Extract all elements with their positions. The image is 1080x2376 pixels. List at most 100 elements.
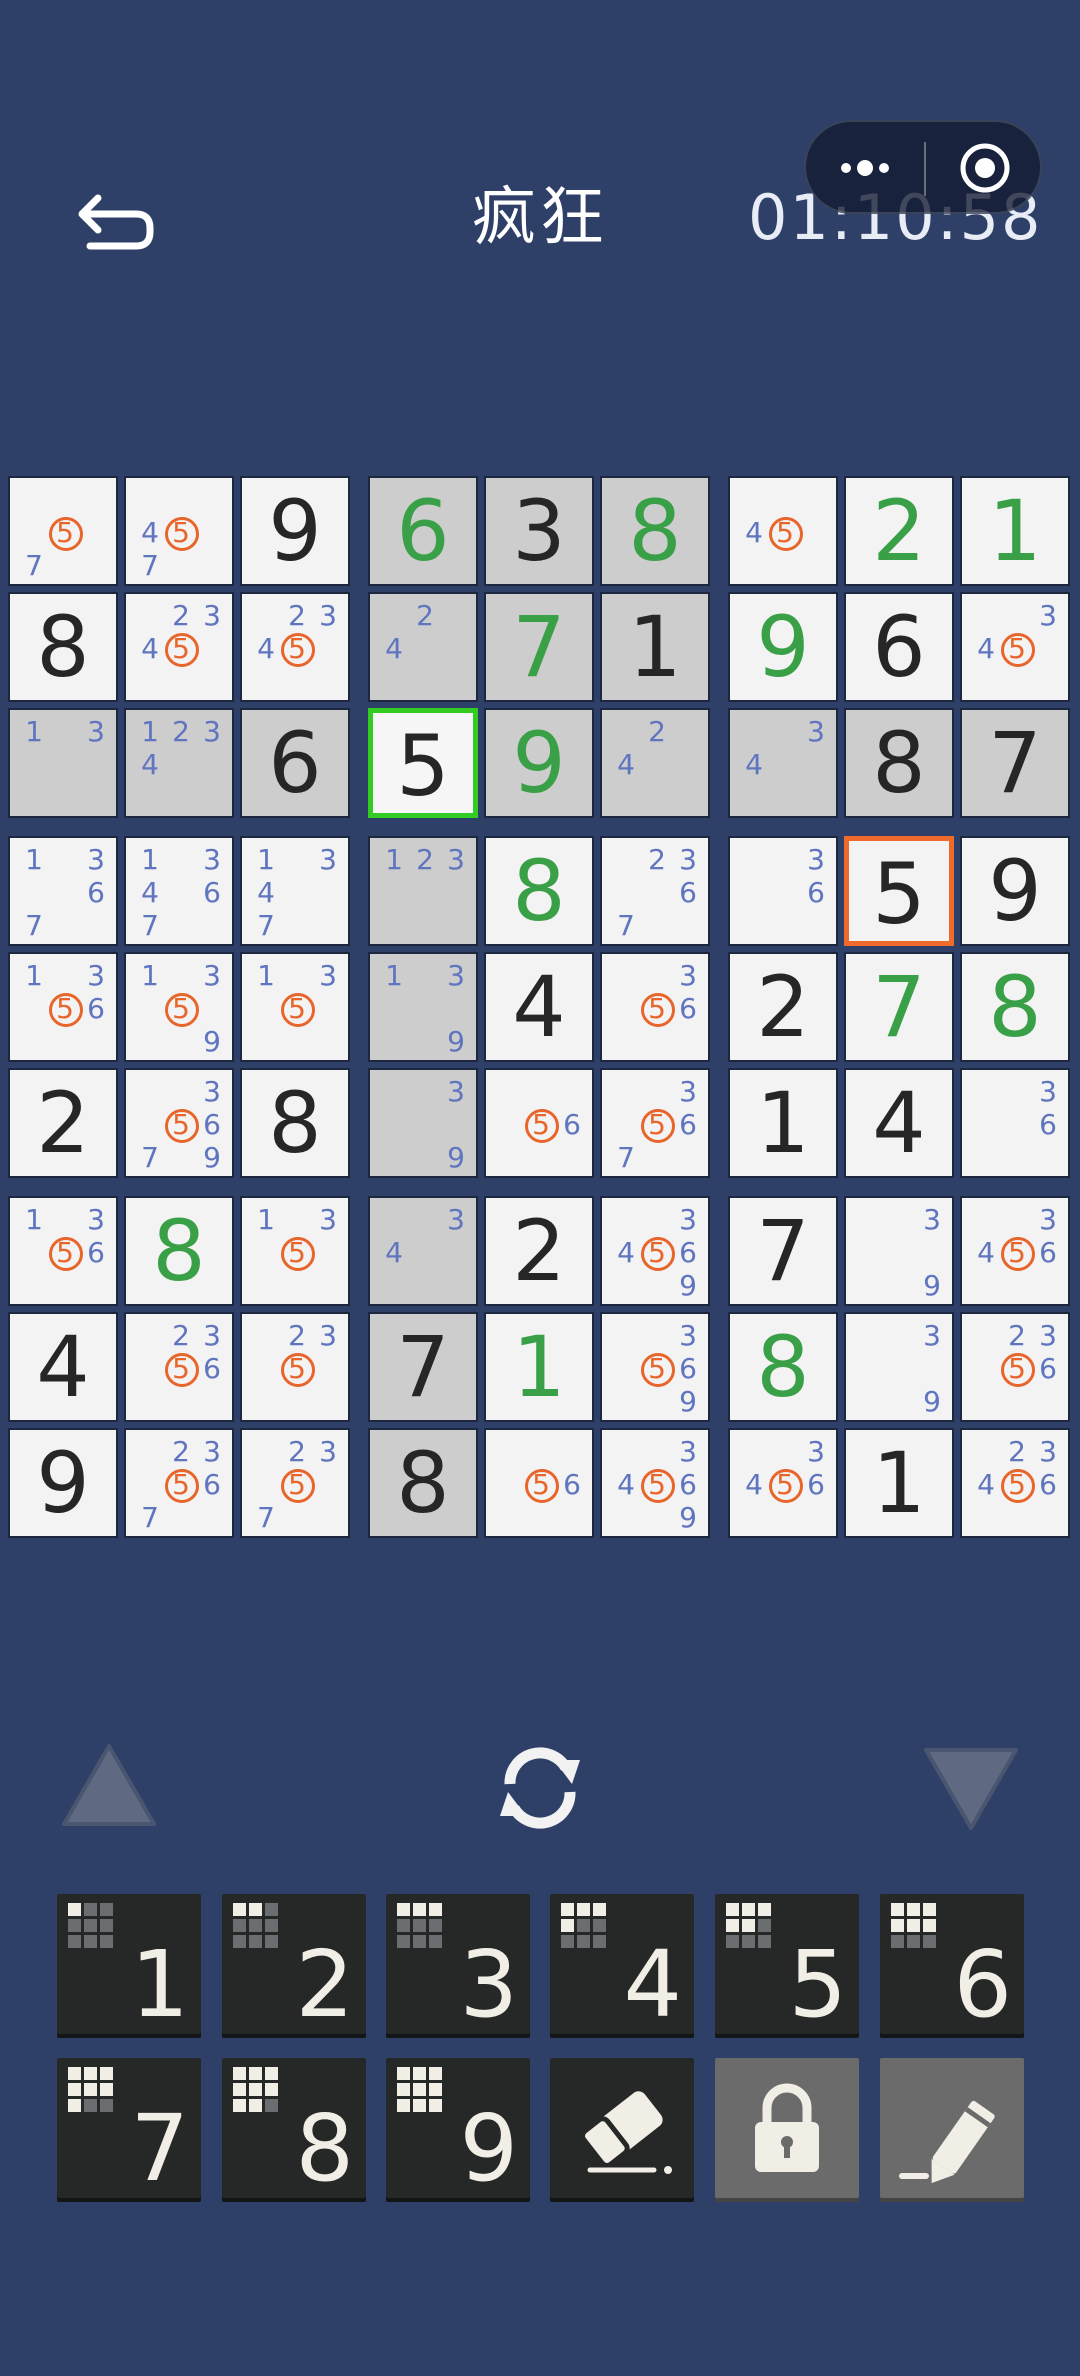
sudoku-cell-r8c7[interactable]: 8 (728, 1312, 838, 1422)
sudoku-cell-r3c5[interactable]: 9 (484, 708, 594, 818)
sudoku-cell-r2c5[interactable]: 7 (484, 592, 594, 702)
sudoku-cell-r7c6[interactable]: 34569 (600, 1196, 710, 1306)
number-key-9[interactable]: 9 (386, 2058, 530, 2202)
sudoku-cell-r8c9[interactable]: 2356 (960, 1312, 1070, 1422)
sudoku-cell-r5c1[interactable]: 1356 (8, 952, 118, 1062)
sudoku-cell-r7c5[interactable]: 2 (484, 1196, 594, 1306)
sudoku-cell-r9c8[interactable]: 1 (844, 1428, 954, 1538)
sudoku-cell-r4c8[interactable]: 5 (844, 836, 954, 946)
sudoku-cell-r4c9[interactable]: 9 (960, 836, 1070, 946)
sudoku-cell-r5c3[interactable]: 1 35 (240, 952, 350, 1062)
sudoku-cell-r9c2[interactable]: 23567 (124, 1428, 234, 1538)
number-key-6[interactable]: 6 (880, 1894, 1024, 2038)
next-button[interactable] (920, 1744, 1022, 1838)
number-key-2[interactable]: 2 (222, 1894, 366, 2038)
sudoku-cell-r2c9[interactable]: 345 (960, 592, 1070, 702)
sudoku-cell-r2c3[interactable]: 2345 (240, 592, 350, 702)
sudoku-cell-r1c8[interactable]: 2 (844, 476, 954, 586)
sudoku-cell-r7c7[interactable]: 7 (728, 1196, 838, 1306)
sudoku-cell-r7c9[interactable]: 3456 (960, 1196, 1070, 1306)
sudoku-cell-r9c1[interactable]: 9 (8, 1428, 118, 1538)
sudoku-cell-r2c4[interactable]: 24 (368, 592, 478, 702)
sudoku-cell-r3c4[interactable]: 5 (368, 708, 478, 818)
sudoku-cell-r7c8[interactable]: 39 (844, 1196, 954, 1306)
number-key-4[interactable]: 4 (550, 1894, 694, 2038)
mini-grid-icon (561, 1903, 606, 1948)
sudoku-cell-r3c1[interactable]: 13 (8, 708, 118, 818)
pencil-button[interactable] (880, 2058, 1024, 2198)
sudoku-cell-r3c7[interactable]: 34 (728, 708, 838, 818)
refresh-button[interactable] (488, 1738, 592, 1838)
sudoku-cell-r8c5[interactable]: 1 (484, 1312, 594, 1422)
sudoku-cell-r8c1[interactable]: 4 (8, 1312, 118, 1422)
sudoku-cell-r7c2[interactable]: 8 (124, 1196, 234, 1306)
sudoku-cell-r5c7[interactable]: 2 (728, 952, 838, 1062)
sudoku-cell-r8c8[interactable]: 39 (844, 1312, 954, 1422)
sudoku-cell-r1c7[interactable]: 45 (728, 476, 838, 586)
sudoku-cell-r6c6[interactable]: 3567 (600, 1068, 710, 1178)
sudoku-cell-r8c2[interactable]: 2356 (124, 1312, 234, 1422)
number-key-3[interactable]: 3 (386, 1894, 530, 2038)
sudoku-cell-r1c1[interactable]: 57 (8, 476, 118, 586)
lock-button[interactable] (715, 2058, 859, 2198)
sudoku-cell-r1c6[interactable]: 8 (600, 476, 710, 586)
sudoku-cell-r8c6[interactable]: 3569 (600, 1312, 710, 1422)
sudoku-cell-r4c3[interactable]: 1 3 47 (240, 836, 350, 946)
sudoku-cell-r6c3[interactable]: 8 (240, 1068, 350, 1178)
sudoku-cell-r8c3[interactable]: 235 (240, 1312, 350, 1422)
sudoku-cell-r3c9[interactable]: 7 (960, 708, 1070, 818)
sudoku-cell-r6c4[interactable]: 39 (368, 1068, 478, 1178)
sudoku-cell-r3c3[interactable]: 6 (240, 708, 350, 818)
previous-button[interactable] (58, 1740, 160, 1834)
sudoku-cell-r2c6[interactable]: 1 (600, 592, 710, 702)
sudoku-cell-r5c8[interactable]: 7 (844, 952, 954, 1062)
sudoku-cell-r6c9[interactable]: 36 (960, 1068, 1070, 1178)
sudoku-cell-r4c5[interactable]: 8 (484, 836, 594, 946)
sudoku-cell-r4c4[interactable]: 123 (368, 836, 478, 946)
sudoku-cell-r4c6[interactable]: 2367 (600, 836, 710, 946)
sudoku-cell-r8c4[interactable]: 7 (368, 1312, 478, 1422)
sudoku-cell-r3c2[interactable]: 1234 (124, 708, 234, 818)
sudoku-cell-r9c9[interactable]: 23456 (960, 1428, 1070, 1538)
sudoku-cell-r1c2[interactable]: 457 (124, 476, 234, 586)
sudoku-cell-r7c1[interactable]: 1356 (8, 1196, 118, 1306)
sudoku-cell-r1c9[interactable]: 1 (960, 476, 1070, 586)
sudoku-cell-r4c7[interactable]: 36 (728, 836, 838, 946)
sudoku-cell-r9c6[interactable]: 34569 (600, 1428, 710, 1538)
sudoku-cell-r5c6[interactable]: 356 (600, 952, 710, 1062)
sudoku-cell-r5c2[interactable]: 1 359 (124, 952, 234, 1062)
pencil-note: 5 (999, 631, 1035, 667)
sudoku-cell-r6c2[interactable]: 35679 (124, 1068, 234, 1178)
sudoku-cell-r9c4[interactable]: 8 (368, 1428, 478, 1538)
sudoku-cell-r7c3[interactable]: 1 35 (240, 1196, 350, 1306)
cell-value: 1 (628, 598, 682, 696)
sudoku-cell-r3c8[interactable]: 8 (844, 708, 954, 818)
sudoku-cell-r2c8[interactable]: 6 (844, 592, 954, 702)
sudoku-cell-r1c3[interactable]: 9 (240, 476, 350, 586)
erase-button[interactable] (550, 2058, 694, 2198)
sudoku-cell-r6c1[interactable]: 2 (8, 1068, 118, 1178)
number-key-5[interactable]: 5 (715, 1894, 859, 2038)
sudoku-cell-r2c7[interactable]: 9 (728, 592, 838, 702)
sudoku-cell-r1c4[interactable]: 6 (368, 476, 478, 586)
sudoku-cell-r9c5[interactable]: 56 (484, 1428, 594, 1538)
lock-icon (755, 2083, 819, 2172)
number-key-8[interactable]: 8 (222, 2058, 366, 2202)
sudoku-cell-r5c5[interactable]: 4 (484, 952, 594, 1062)
sudoku-cell-r1c5[interactable]: 3 (484, 476, 594, 586)
sudoku-cell-r6c7[interactable]: 1 (728, 1068, 838, 1178)
number-key-1[interactable]: 1 (57, 1894, 201, 2038)
sudoku-cell-r9c7[interactable]: 3456 (728, 1428, 838, 1538)
sudoku-cell-r7c4[interactable]: 34 (368, 1196, 478, 1306)
sudoku-cell-r5c9[interactable]: 8 (960, 952, 1070, 1062)
sudoku-cell-r4c2[interactable]: 1 3 4 6 7 (124, 836, 234, 946)
sudoku-cell-r9c3[interactable]: 2357 (240, 1428, 350, 1538)
sudoku-cell-r4c1[interactable]: 1 36 7 (8, 836, 118, 946)
sudoku-cell-r5c4[interactable]: 1 3 9 (368, 952, 478, 1062)
sudoku-cell-r3c6[interactable]: 24 (600, 708, 710, 818)
sudoku-cell-r2c1[interactable]: 8 (8, 592, 118, 702)
number-key-7[interactable]: 7 (57, 2058, 201, 2202)
sudoku-cell-r6c5[interactable]: 56 (484, 1068, 594, 1178)
sudoku-cell-r2c2[interactable]: 2345 (124, 592, 234, 702)
sudoku-cell-r6c8[interactable]: 4 (844, 1068, 954, 1178)
